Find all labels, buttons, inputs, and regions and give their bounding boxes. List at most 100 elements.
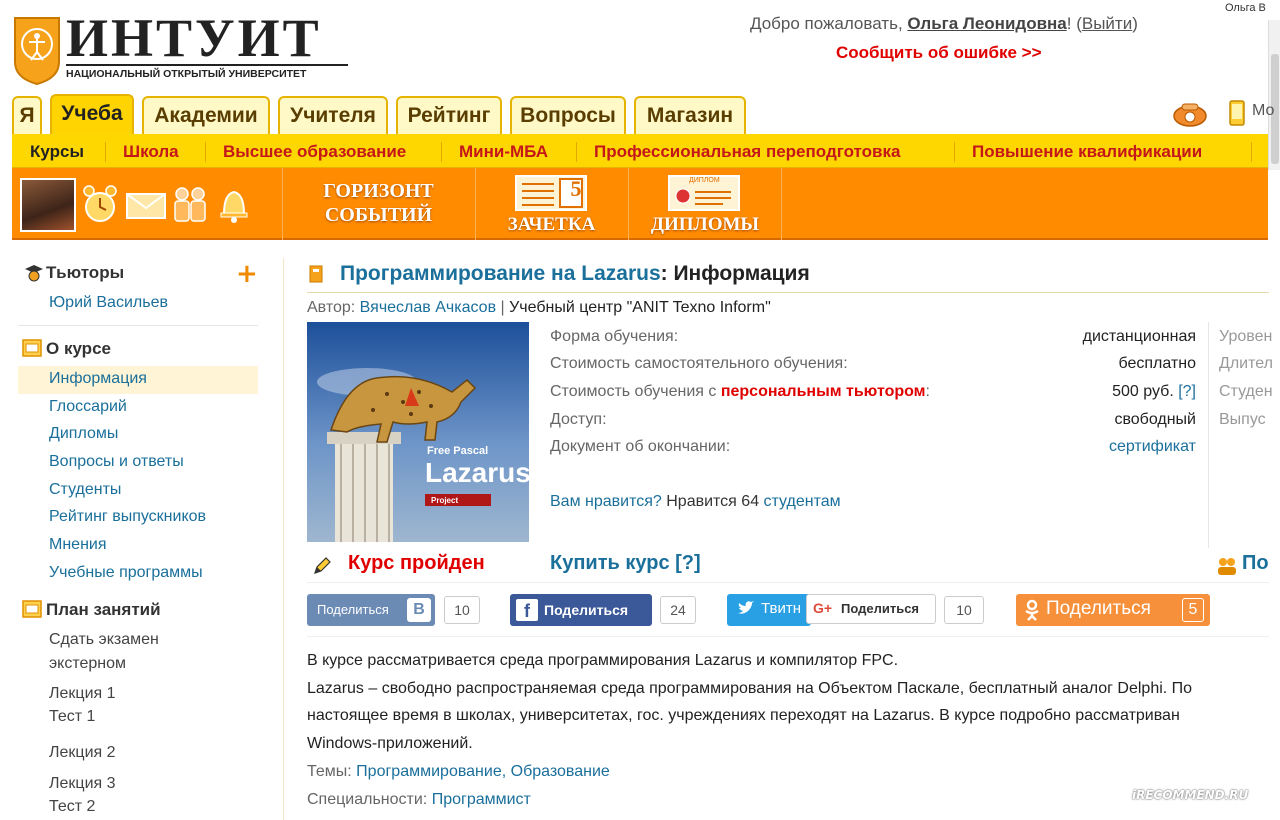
user-name-link[interactable]: Ольга Леонидовна [907,14,1066,33]
tab-me[interactable]: Я [12,96,42,134]
buy-course-link[interactable]: Купить курс [?] [550,552,701,575]
sidebar-item-opinions[interactable]: Мнения [49,536,107,554]
info-label-form: Форма обучения: [550,328,679,345]
certificate-link[interactable]: сертификат [1109,438,1196,456]
likes-count: 64 [741,493,760,510]
themes-line: Темы: Программирование, Образование [307,763,610,781]
theme-link-programming[interactable]: Программирование [356,763,502,780]
people-icon [1216,556,1238,580]
add-tutor-plus-icon[interactable]: + [236,261,258,287]
specialty-link-programmer[interactable]: Программист [432,791,531,808]
subnav-divider [105,142,106,162]
sidebar-item-glossary[interactable]: Глоссарий [49,398,127,416]
twitter-share-button[interactable]: Твитн [727,594,811,626]
events-horizon-line1: ГОРИЗОНТ [323,180,434,202]
price-help-link[interactable]: [?] [1178,383,1196,400]
vk-share-button[interactable]: Поделиться В [307,594,435,626]
page-title: Программирование на Lazarus: Информация [340,262,810,286]
ok-share-count: 5 [1182,598,1204,622]
mobile-icon[interactable] [1228,100,1246,126]
ok-share-button[interactable]: Поделиться 5 [1016,594,1210,626]
right-column-divider [1208,322,1209,548]
twitter-share-label: Твитн [761,600,802,617]
facebook-share-button[interactable]: f Поделиться [510,594,652,626]
tutor-name-link[interactable]: Юрий Васильев [49,294,168,312]
twitter-bird-icon [737,600,755,621]
mail-icon[interactable] [124,182,166,226]
sidebar-item-qa[interactable]: Вопросы и ответы [49,453,184,471]
content-divider [307,582,1269,583]
sidebar-item-graduate-rating[interactable]: Рейтинг выпускников [49,508,206,526]
cover-project-text: Project [431,496,458,505]
sidebar-item-programs[interactable]: Учебные программы [49,564,203,582]
subnav-divider [205,142,206,162]
likes-line: Вам нравится? Нравится 64 студентам [550,493,841,511]
friends-icon[interactable] [170,182,210,226]
report-error-link[interactable]: Сообщить об ошибке >> [836,43,1042,63]
mobile-label[interactable]: Мо [1252,102,1274,120]
likes-text: Нравится [661,493,742,510]
plan-item-test-1[interactable]: Тест 1 [49,708,95,726]
subnav-higher-education[interactable]: Высшее образование [223,142,406,162]
share-divider [307,636,1269,637]
course-title-link[interactable]: Программирование на Lazarus [340,262,661,285]
subnav-mini-mba[interactable]: Мини-МБА [459,142,548,162]
plan-item-lecture-3[interactable]: Лекция 3 [49,775,116,793]
likes-students-link[interactable]: студентам [759,493,841,510]
tab-questions[interactable]: Вопросы [510,96,626,134]
tab-academies[interactable]: Академии [142,96,270,134]
phone-icon[interactable] [1172,100,1208,128]
specialties-label: Специальности: [307,791,432,808]
scrollbar[interactable] [1268,20,1280,170]
gradebook-button[interactable]: 5 ЗАЧЕТКА [475,168,627,240]
intuit-logo-emblem[interactable] [12,14,62,86]
info-value-form: дистанционная [1082,328,1196,345]
subnav-retraining[interactable]: Профессиональная переподготовка [594,142,900,162]
gplus-share-button[interactable]: G+ Поделиться [806,594,936,624]
info-label-document: Документ об окончании: [550,438,731,455]
sidebar-item-diplomas[interactable]: Дипломы [49,425,118,443]
tab-shop[interactable]: Магазин [634,96,746,134]
right-label-duration: Длител [1219,355,1273,372]
diplomas-button[interactable]: ДИПЛОМ ДИПЛОМЫ [628,168,782,240]
subnav-courses[interactable]: Курсы [30,142,84,162]
title-divider [307,292,1269,293]
info-label-self-cost: Стоимость самостоятельного обучения: [550,355,848,372]
logout-link[interactable]: Выйти [1082,14,1132,33]
subnav-school[interactable]: Школа [123,142,179,162]
info-label-tutor-cost: Стоимость обучения с персональным тьютор… [550,383,930,401]
bell-icon[interactable] [214,182,254,226]
facebook-logo-icon: f [516,599,538,621]
diploma-tag: ДИПЛОМ [689,177,720,184]
tab-rating[interactable]: Рейтинг [396,96,502,134]
tab-teachers[interactable]: Учителя [278,96,388,134]
sidebar-item-information[interactable]: Информация [49,370,147,388]
welcome-prefix: Добро пожаловать, [750,14,908,33]
logo-title[interactable]: ИНТУИТ [66,10,322,66]
about-course-icon [22,339,42,361]
theme-link-education[interactable]: Образование [511,763,610,780]
alarm-clock-icon[interactable] [80,182,120,226]
plan-item-exam[interactable]: Сдать экзамен [49,631,159,649]
subnav-divider [576,142,577,162]
author-link[interactable]: Вячеслав Ачкасов [360,299,496,316]
right-more-link[interactable]: По [1242,552,1269,575]
subnav-divider [954,142,955,162]
plan-item-exam-external[interactable]: экстерном [49,655,126,673]
subnav-qualification[interactable]: Повышение квалификации [972,142,1202,162]
plan-item-lecture-1[interactable]: Лекция 1 [49,685,116,703]
course-cover-image[interactable]: Free Pascal Lazarus Project [307,322,529,542]
avatar[interactable] [20,178,76,232]
info-label-access: Доступ: [550,411,607,428]
personal-tutor-link[interactable]: персональным тьютором [721,383,926,400]
events-horizon-button[interactable]: ГОРИЗОНТ СОБЫТИЙ [282,168,474,240]
watermark: iRECOMMEND.RU [1132,788,1249,802]
plan-item-lecture-2[interactable]: Лекция 2 [49,744,116,762]
course-book-icon [309,265,323,287]
lesson-plan-icon [22,600,42,622]
tab-study[interactable]: Учеба [50,94,134,134]
like-question-link[interactable]: Вам нравится? [550,493,662,510]
sidebar-item-students[interactable]: Студенты [49,481,121,499]
plan-item-test-2[interactable]: Тест 2 [49,798,95,816]
vk-share-count: 10 [444,596,480,624]
